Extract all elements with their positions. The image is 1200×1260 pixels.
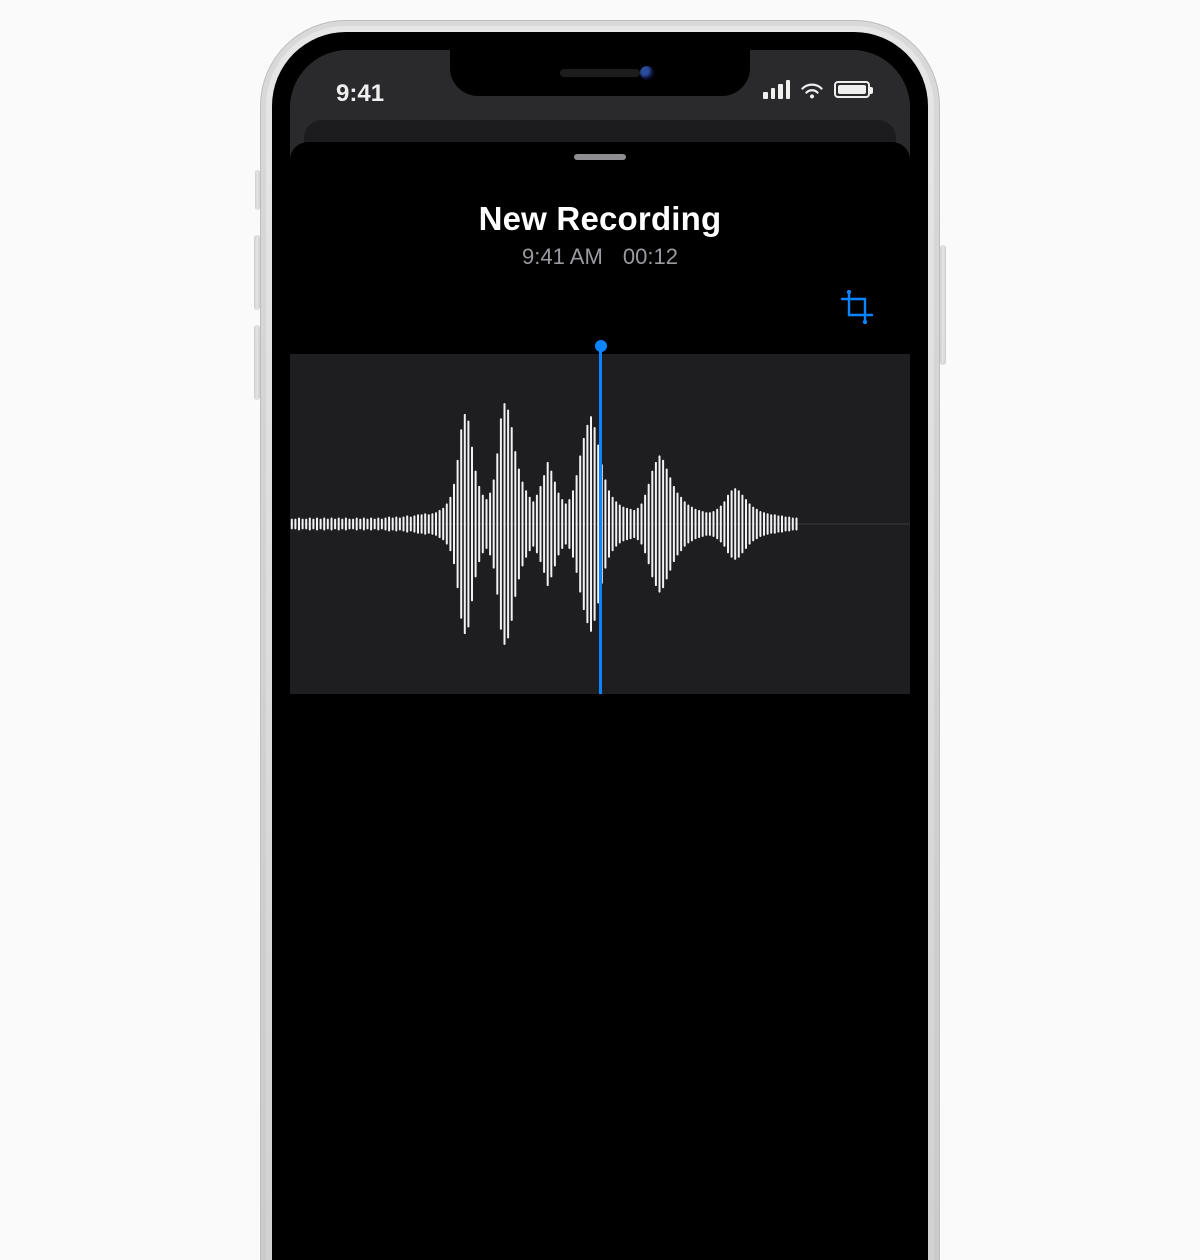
playhead-dot — [595, 340, 607, 352]
iphone-frame-inner: 9:41 — [266, 26, 934, 1260]
waveform-panel[interactable] — [290, 354, 910, 694]
recording-sheet: New Recording 9:41 AM 00:12 — [290, 142, 910, 1260]
screen: 9:41 — [290, 50, 910, 1260]
status-bar-clock: 9:41 — [336, 80, 384, 108]
iphone-bezel: 9:41 — [272, 32, 928, 1260]
volume-down-button[interactable] — [254, 325, 260, 400]
cellular-signal-icon — [763, 80, 790, 99]
recording-subtitle: 9:41 AM 00:12 — [290, 244, 910, 270]
recording-duration: 00:12 — [623, 244, 678, 269]
side-button[interactable] — [940, 245, 946, 365]
sheet-grabber[interactable] — [574, 154, 626, 160]
playhead-line — [599, 346, 602, 694]
earpiece — [560, 69, 640, 77]
front-camera — [640, 66, 654, 80]
iphone-frame: 9:41 — [260, 20, 940, 1260]
recording-time-of-day: 9:41 AM — [522, 244, 603, 269]
crop-icon — [840, 290, 874, 324]
status-bar-indicators — [763, 80, 870, 99]
battery-icon — [834, 81, 870, 98]
volume-up-button[interactable] — [254, 235, 260, 310]
recording-title[interactable]: New Recording — [290, 200, 910, 238]
notch — [450, 50, 750, 96]
mute-switch[interactable] — [255, 170, 260, 210]
wifi-icon — [800, 81, 824, 99]
trim-button[interactable] — [840, 290, 874, 324]
